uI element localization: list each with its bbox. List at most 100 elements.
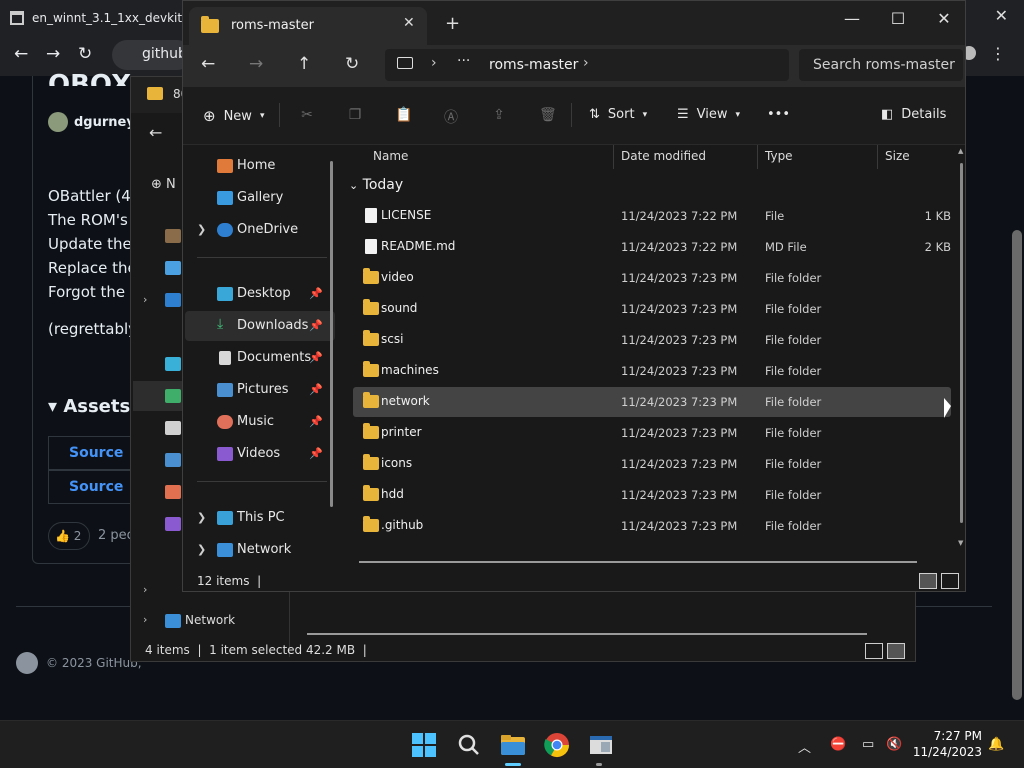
copy-icon[interactable]: ❐	[347, 107, 363, 123]
table-row[interactable]: printer 11/24/2023 7:23 PM File folder	[353, 418, 951, 448]
back-chevron-icon[interactable]: ›	[143, 583, 147, 596]
scroll-up-icon[interactable]: ▲	[958, 147, 963, 155]
release-author[interactable]: dgurney	[48, 112, 135, 132]
table-row[interactable]: video 11/24/2023 7:23 PM File folder	[353, 263, 951, 293]
pin-icon[interactable]: 📌	[309, 447, 323, 460]
column-header-size[interactable]: Size	[875, 145, 951, 169]
delete-icon[interactable]: 🗑	[539, 107, 557, 123]
new-button[interactable]: ⊕ New ▾	[203, 107, 264, 125]
maximize-icon[interactable]: ☐	[875, 5, 921, 35]
tiles-view-icon[interactable]	[941, 573, 959, 589]
table-row[interactable]: network 11/24/2023 7:23 PM File folder	[353, 387, 951, 417]
tiles-view-icon[interactable]	[887, 643, 905, 659]
search-input[interactable]: Search roms-master	[799, 49, 963, 81]
more-options-button[interactable]: •••	[767, 107, 790, 122]
browser-close-icon[interactable]: ✕	[995, 6, 1008, 25]
minimize-icon[interactable]: —	[829, 5, 875, 35]
asset-link-source-zip[interactable]: Source	[48, 436, 138, 470]
chevron-up-icon[interactable]: ︿	[798, 737, 811, 756]
table-row[interactable]: icons 11/24/2023 7:23 PM File folder	[353, 449, 951, 479]
horizontal-scrollbar[interactable]	[359, 561, 917, 563]
refresh-icon[interactable]: ↻	[345, 54, 359, 74]
back-chevron-icon[interactable]: ›	[143, 613, 147, 626]
pin-icon[interactable]: 📌	[309, 287, 323, 300]
app-taskbar-button[interactable]	[587, 731, 615, 759]
sidebar-item-this-pc[interactable]: ❯ This PC	[185, 503, 335, 533]
breadcrumb-separator-icon[interactable]: ›	[431, 55, 437, 71]
page-scrollbar[interactable]	[1012, 230, 1022, 700]
sidebar-item-pictures[interactable]: Pictures 📌	[185, 375, 335, 405]
table-row[interactable]: sound 11/24/2023 7:23 PM File folder	[353, 294, 951, 324]
tab-roms-master[interactable]: roms-master ✕	[189, 7, 427, 45]
sidebar-item-onedrive[interactable]: ❯ OneDrive	[185, 215, 335, 245]
view-button[interactable]: ☰ View ▾	[677, 107, 740, 122]
back-sidebar-icon[interactable]	[165, 293, 181, 307]
breadcrumb-roms-master[interactable]: roms-master	[489, 57, 578, 73]
pin-icon[interactable]: 📌	[309, 383, 323, 396]
reaction-button[interactable]: 👍 2	[48, 522, 90, 550]
back-hscroll[interactable]	[307, 633, 867, 635]
start-button[interactable]	[410, 731, 438, 759]
share-icon[interactable]: ⇪	[491, 107, 507, 123]
back-sidebar-icon[interactable]	[165, 517, 181, 531]
cut-icon[interactable]: ✂	[299, 107, 315, 123]
back-nav-icon[interactable]: ←	[149, 123, 162, 142]
back-sidebar-icon[interactable]	[165, 357, 181, 371]
forward-arrow-icon[interactable]: →	[249, 54, 263, 74]
address-bar[interactable]: github	[112, 40, 192, 70]
network-disconnected-icon[interactable]: ⛔	[830, 737, 846, 752]
breadcrumb-separator-icon[interactable]: ›	[583, 55, 589, 71]
chevron-right-icon[interactable]: ❯	[197, 543, 206, 556]
back-icon[interactable]: ←	[14, 44, 28, 64]
sidebar-item-videos[interactable]: Videos 📌	[185, 439, 335, 469]
display-icon[interactable]: ▭	[862, 737, 874, 752]
address-field[interactable]: › ··· roms-master ›	[385, 49, 789, 81]
details-view-icon[interactable]	[919, 573, 937, 589]
column-header-date[interactable]: Date modified	[611, 145, 755, 169]
back-sidebar-icon[interactable]	[165, 485, 181, 499]
back-sidebar-icon[interactable]	[165, 421, 181, 435]
new-tab-icon[interactable]: +	[445, 13, 460, 34]
back-sidebar-icon[interactable]	[165, 229, 181, 243]
tab-close-icon[interactable]: ✕	[403, 15, 415, 31]
back-new-button[interactable]: ⊕ N	[151, 177, 176, 192]
sidebar-item-desktop[interactable]: Desktop 📌	[185, 279, 335, 309]
table-row[interactable]: README.md 11/24/2023 7:22 PM MD File 2 KB	[353, 232, 951, 262]
table-row[interactable]: .github 11/24/2023 7:23 PM File folder	[353, 511, 951, 541]
github-logo-icon[interactable]	[16, 652, 38, 674]
sidebar-item-documents[interactable]: Documents 📌	[185, 343, 335, 373]
column-header-name[interactable]: Name	[363, 145, 613, 169]
search-button[interactable]	[455, 731, 483, 759]
scroll-thumb[interactable]	[960, 163, 963, 523]
forward-icon[interactable]: →	[46, 44, 60, 64]
table-row[interactable]: hdd 11/24/2023 7:23 PM File folder	[353, 480, 951, 510]
up-arrow-icon[interactable]: ↑	[297, 54, 311, 74]
explorer-window[interactable]: roms-master ✕ + — ☐ ✕ ← → ↑ ↻ › ··· roms…	[182, 0, 966, 592]
back-chevron-icon[interactable]: ›	[143, 293, 147, 306]
back-sidebar-icon[interactable]	[165, 453, 181, 467]
notification-bell-icon[interactable]: 🔔	[988, 737, 1004, 752]
browser-menu-icon[interactable]: ⋮	[990, 44, 1006, 63]
paste-icon[interactable]: 📋	[395, 107, 412, 123]
back-sidebar-icon[interactable]	[165, 261, 181, 275]
back-sidebar-icon[interactable]	[165, 389, 181, 403]
sort-button[interactable]: ⇅ Sort ▾	[589, 107, 647, 122]
back-arrow-icon[interactable]: ←	[201, 54, 215, 74]
volume-muted-icon[interactable]: 🔇	[886, 737, 902, 752]
sidebar-item-downloads[interactable]: ⤓ Downloads 📌	[185, 311, 335, 341]
back-network-label[interactable]: Network	[185, 613, 235, 627]
pin-icon[interactable]: 📌	[309, 415, 323, 428]
pin-icon[interactable]: 📌	[309, 319, 323, 332]
column-header-type[interactable]: Type	[755, 145, 875, 169]
details-pane-button[interactable]: ◧ Details	[881, 107, 946, 122]
nav-scrollbar[interactable]	[330, 161, 333, 507]
table-row[interactable]: machines 11/24/2023 7:23 PM File folder	[353, 356, 951, 386]
chevron-right-icon[interactable]: ❯	[197, 223, 206, 236]
clock[interactable]: 7:27 PM 11/24/2023	[910, 728, 982, 760]
file-list-scrollbar[interactable]: ▲ ▼	[958, 147, 964, 547]
assets-heading[interactable]: ▾ Assets	[48, 396, 130, 417]
sidebar-item-music[interactable]: Music 📌	[185, 407, 335, 437]
sidebar-item-home[interactable]: Home	[185, 151, 335, 181]
breadcrumb-more[interactable]: ···	[457, 53, 470, 69]
group-header-today[interactable]: ⌄ Today	[349, 177, 403, 193]
